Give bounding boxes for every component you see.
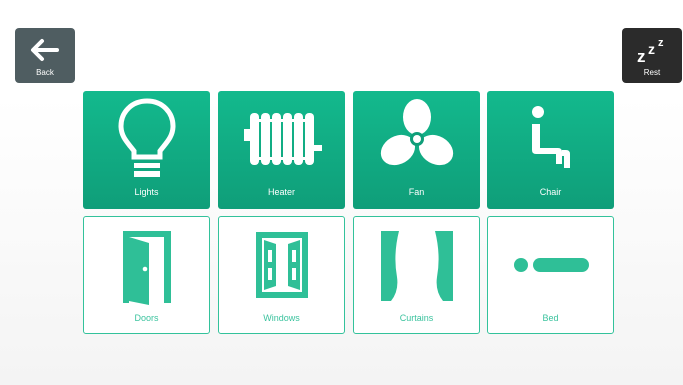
tile-curtains-label: Curtains [399, 313, 434, 323]
svg-text:z: z [658, 37, 664, 49]
rest-button[interactable]: z z z Rest [622, 28, 682, 83]
door-icon [84, 217, 209, 312]
svg-text:z: z [648, 41, 655, 57]
lightbulb-icon [83, 91, 210, 186]
sleep-zzz-icon: z z z [635, 32, 669, 68]
svg-text:z: z [637, 47, 646, 65]
tile-curtains[interactable]: Curtains [353, 216, 480, 334]
arrow-left-icon [30, 32, 60, 68]
chair-icon [487, 91, 614, 186]
tile-doors-label: Doors [134, 313, 159, 323]
radiator-icon [218, 91, 345, 186]
tile-chair[interactable]: Chair [487, 91, 614, 209]
tile-heater-label: Heater [267, 187, 295, 197]
tile-fan-label: Fan [408, 187, 425, 197]
tile-lights-label: Lights [134, 187, 159, 197]
rest-button-label: Rest [643, 68, 661, 77]
tile-chair-label: Chair [539, 187, 562, 197]
back-button-label: Back [36, 68, 54, 77]
tile-lights[interactable]: Lights [83, 91, 210, 209]
tile-fan[interactable]: Fan [353, 91, 480, 209]
back-button[interactable]: Back [15, 28, 75, 83]
tile-windows-label: Windows [263, 313, 300, 323]
tile-heater[interactable]: Heater [218, 91, 345, 209]
fan-icon [353, 91, 480, 186]
app-screen: { "header": { "back_label": "Back", "res… [0, 0, 683, 385]
tile-doors[interactable]: Doors [83, 216, 210, 334]
bed-icon [488, 217, 613, 312]
tile-windows[interactable]: Windows [218, 216, 345, 334]
tile-bed-label: Bed [542, 313, 559, 323]
tile-bed[interactable]: Bed [487, 216, 614, 334]
window-icon [219, 217, 344, 312]
curtains-icon [354, 217, 479, 312]
